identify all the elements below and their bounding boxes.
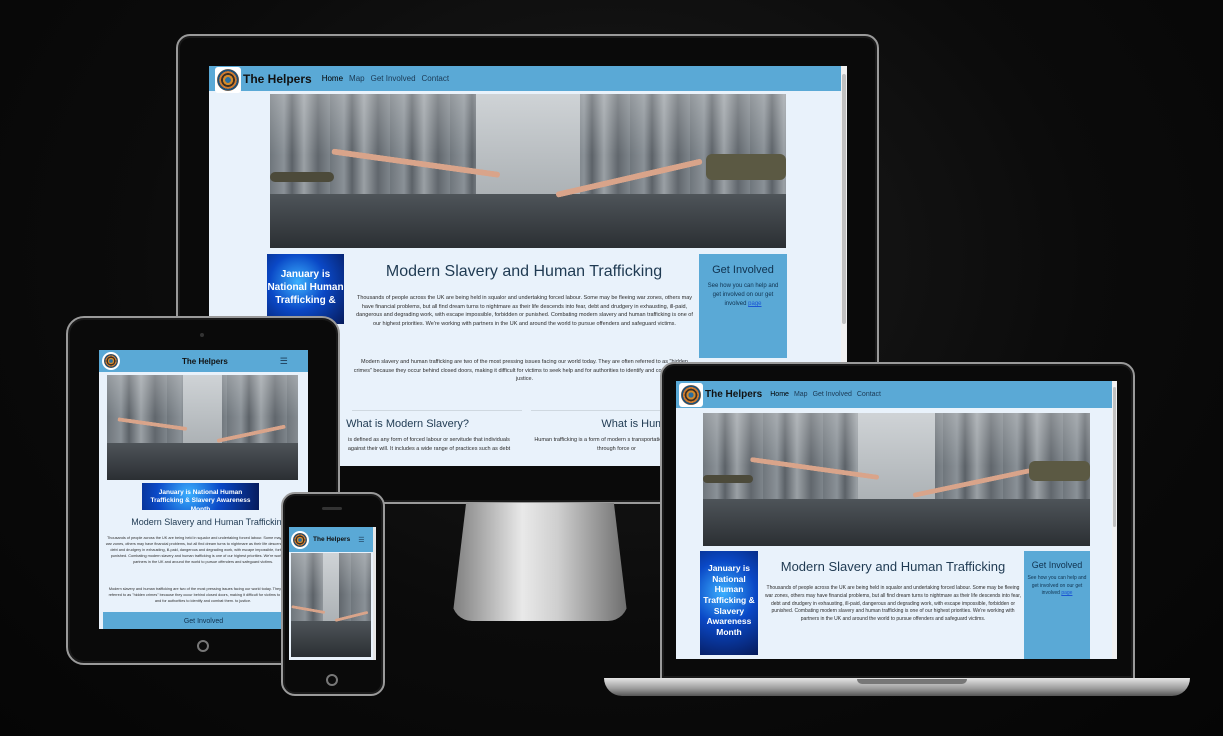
hero-image [703,413,1090,546]
get-involved-card: Get Involved [103,612,304,629]
get-involved-title: Get Involved [1031,560,1083,570]
get-involved-card: Get Involved See how you can help and ge… [1024,551,1090,659]
get-involved-title: Get Involved [712,264,774,276]
phone-speaker [322,507,342,510]
intro-paragraph: Thousands of people across the UK are be… [105,536,301,564]
nav-contact[interactable]: Contact [857,391,881,398]
intro-paragraph: Thousands of people across the UK are be… [765,585,1021,622]
tablet-navbar: The Helpers ☰ [99,350,308,372]
logo[interactable] [102,352,120,370]
nav-contact[interactable]: Contact [422,74,450,83]
page-title: Modern Slavery and Human Trafficking [385,263,663,280]
scrollbar[interactable] [1112,381,1117,659]
awareness-badge: January is National Human Trafficking & [267,254,344,324]
get-involved-link[interactable]: page [1061,590,1072,596]
nav-map[interactable]: Map [349,74,365,83]
nav-home[interactable]: Home [322,74,343,83]
get-involved-link[interactable]: page [748,301,761,307]
awareness-badge: January is National Human Trafficking & … [142,483,259,510]
nav-get-involved[interactable]: Get Involved [813,391,852,398]
phone-navbar: The Helpers ☰ [289,527,376,552]
logo[interactable] [291,530,309,549]
hamburger-icon[interactable]: ☰ [280,356,288,367]
phone-home-button [326,674,338,686]
phone-screen: The Helpers ☰ [289,527,376,660]
hero-image [270,94,786,248]
monitor-stand [452,503,628,621]
nav-get-involved[interactable]: Get Involved [371,74,416,83]
section-what-is-slavery-text: is defined as any form of forced labour … [347,437,511,452]
hamburger-icon[interactable]: ☰ [358,536,364,544]
get-involved-card: Get Involved See how you can help and ge… [699,254,787,358]
tablet-screen: The Helpers ☰ January is National Human … [99,350,308,629]
second-paragraph: Modern slavery and human trafficking are… [108,587,298,603]
brand-name[interactable]: The Helpers [313,536,350,543]
hero-image [291,553,371,657]
awareness-badge: January is National Human Trafficking & … [700,551,758,655]
tablet-home-button [197,640,209,652]
page-title: Modern Slavery and Human Trafficking [131,517,287,527]
nav-home[interactable]: Home [770,391,789,398]
tablet-camera [200,333,204,337]
desktop-navbar: The Helpers Home Map Get Involved Contac… [209,66,847,93]
get-involved-title: Get Involved [183,618,224,625]
brand-name[interactable]: The Helpers [182,357,228,366]
scrollbar[interactable] [373,527,376,660]
intro-paragraph: Thousands of people across the UK are be… [356,295,693,327]
logo[interactable] [215,66,241,93]
logo[interactable] [679,382,703,407]
page-title: Modern Slavery and Human Trafficking [780,559,1006,574]
section-what-is-slavery-title: What is Modern Slavery? [346,418,469,430]
hero-image [107,375,298,480]
get-involved-text: See how you can help and get involved on… [1027,575,1087,596]
brand-name[interactable]: The Helpers [243,72,312,86]
laptop-screen: The Helpers Home Map Get Involved Contac… [676,381,1117,659]
nav-map[interactable]: Map [794,391,808,398]
laptop-navbar: The Helpers Home Map Get Involved Contac… [676,381,1117,408]
brand-name[interactable]: The Helpers [705,389,762,400]
second-paragraph: Modern slavery and human trafficking are… [353,359,696,383]
get-involved-text: See how you can help and get involved on… [707,283,779,307]
